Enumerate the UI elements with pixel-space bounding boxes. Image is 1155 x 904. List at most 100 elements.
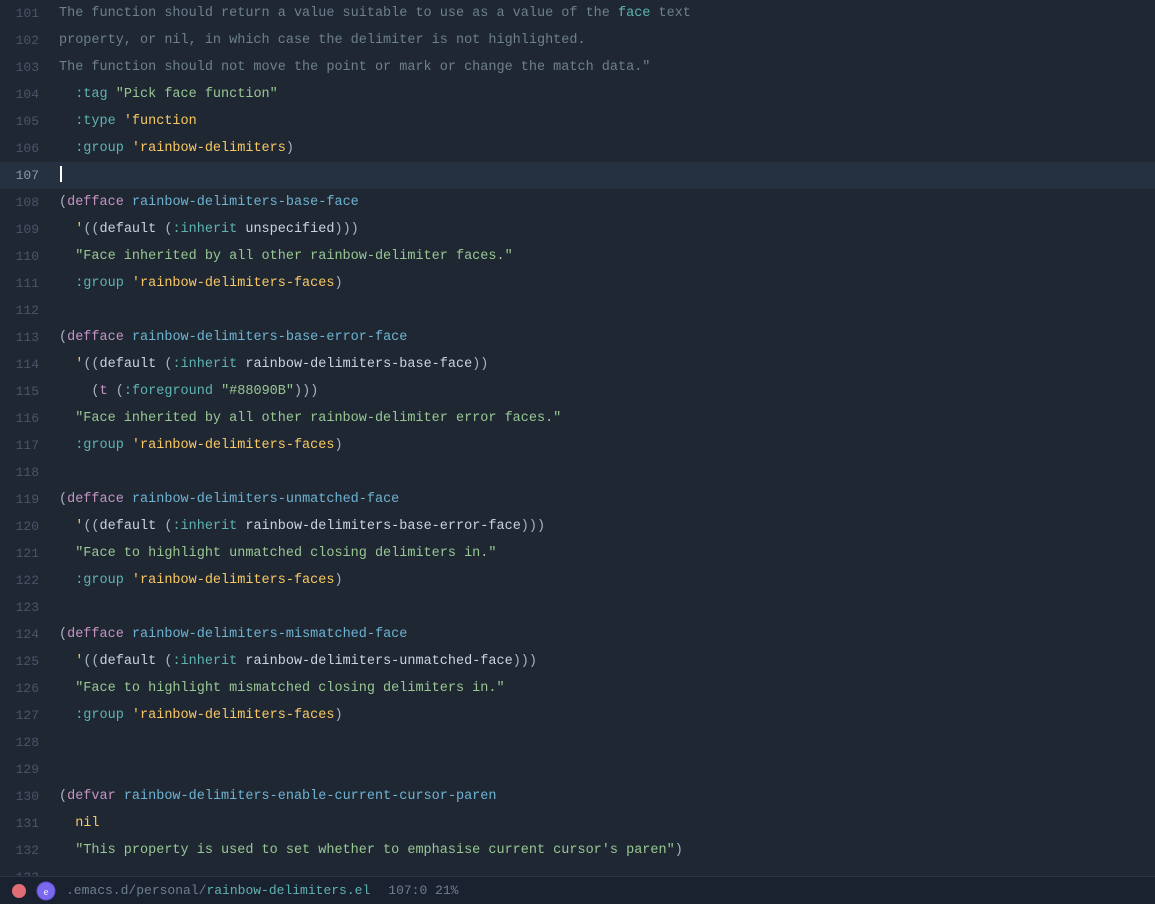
line-number: 133 (0, 864, 55, 876)
code-line: 128 (0, 729, 1155, 756)
code-lines: 101The function should return a value su… (0, 0, 1155, 876)
code-line: 118 (0, 459, 1155, 486)
code-line: 108(defface rainbow-delimiters-base-face (0, 189, 1155, 216)
code-line: 117 :group 'rainbow-delimiters-faces) (0, 432, 1155, 459)
code-line: 116 "Face inherited by all other rainbow… (0, 405, 1155, 432)
line-content: The function should not move the point o… (55, 54, 1155, 81)
line-number: 101 (0, 0, 55, 27)
line-number: 129 (0, 756, 55, 783)
line-number: 112 (0, 297, 55, 324)
editor: 101The function should return a value su… (0, 0, 1155, 904)
line-number: 107 (0, 162, 55, 189)
line-content: :group 'rainbow-delimiters-faces) (55, 432, 1155, 459)
status-dot (12, 884, 26, 898)
line-number: 109 (0, 216, 55, 243)
line-content: :group 'rainbow-delimiters-faces) (55, 270, 1155, 297)
code-line: 103The function should not move the poin… (0, 54, 1155, 81)
line-content: "Face to highlight unmatched closing del… (55, 540, 1155, 567)
line-content: (t (:foreground "#88090B"))) (55, 378, 1155, 405)
line-content: nil (55, 810, 1155, 837)
line-content: :type 'function (55, 108, 1155, 135)
code-line: 133 (0, 864, 1155, 876)
line-content: The function should return a value suita… (55, 0, 1155, 27)
line-number: 121 (0, 540, 55, 567)
code-line: 122 :group 'rainbow-delimiters-faces) (0, 567, 1155, 594)
line-number: 131 (0, 810, 55, 837)
code-line: 132 "This property is used to set whethe… (0, 837, 1155, 864)
code-line: 121 "Face to highlight unmatched closing… (0, 540, 1155, 567)
status-bar: e .emacs.d/personal/rainbow-delimiters.e… (0, 876, 1155, 904)
line-number: 125 (0, 648, 55, 675)
line-content: :group 'rainbow-delimiters) (55, 135, 1155, 162)
line-number: 115 (0, 378, 55, 405)
code-line: 119(defface rainbow-delimiters-unmatched… (0, 486, 1155, 513)
line-content: '((default (:inherit rainbow-delimiters-… (55, 648, 1155, 675)
code-line: 115 (t (:foreground "#88090B"))) (0, 378, 1155, 405)
line-content: (defface rainbow-delimiters-mismatched-f… (55, 621, 1155, 648)
code-line: 112 (0, 297, 1155, 324)
line-number: 132 (0, 837, 55, 864)
line-number: 119 (0, 486, 55, 513)
line-content (55, 162, 1155, 189)
line-number: 110 (0, 243, 55, 270)
emacs-icon: e (36, 881, 56, 901)
line-number: 108 (0, 189, 55, 216)
line-content: :group 'rainbow-delimiters-faces) (55, 702, 1155, 729)
line-number: 124 (0, 621, 55, 648)
line-number: 103 (0, 54, 55, 81)
line-number: 126 (0, 675, 55, 702)
code-line: 106 :group 'rainbow-delimiters) (0, 135, 1155, 162)
line-number: 128 (0, 729, 55, 756)
code-line: 127 :group 'rainbow-delimiters-faces) (0, 702, 1155, 729)
line-content: "Face to highlight mismatched closing de… (55, 675, 1155, 702)
line-number: 102 (0, 27, 55, 54)
code-line: 130(defvar rainbow-delimiters-enable-cur… (0, 783, 1155, 810)
line-content: '((default (:inherit rainbow-delimiters-… (55, 351, 1155, 378)
code-line: 104 :tag "Pick face function" (0, 81, 1155, 108)
line-number: 123 (0, 594, 55, 621)
code-line: 101The function should return a value su… (0, 0, 1155, 27)
line-number: 130 (0, 783, 55, 810)
code-line: 110 "Face inherited by all other rainbow… (0, 243, 1155, 270)
line-number: 113 (0, 324, 55, 351)
line-number: 118 (0, 459, 55, 486)
line-content: (defvar rainbow-delimiters-enable-curren… (55, 783, 1155, 810)
line-number: 116 (0, 405, 55, 432)
line-content: '((default (:inherit unspecified))) (55, 216, 1155, 243)
code-line: 111 :group 'rainbow-delimiters-faces) (0, 270, 1155, 297)
line-content: '((default (:inherit rainbow-delimiters-… (55, 513, 1155, 540)
line-number: 114 (0, 351, 55, 378)
line-content: (defface rainbow-delimiters-unmatched-fa… (55, 486, 1155, 513)
line-number: 104 (0, 81, 55, 108)
line-number: 105 (0, 108, 55, 135)
code-line: 124(defface rainbow-delimiters-mismatche… (0, 621, 1155, 648)
line-content: (defface rainbow-delimiters-base-error-f… (55, 324, 1155, 351)
line-number: 111 (0, 270, 55, 297)
line-number: 122 (0, 567, 55, 594)
line-content: "Face inherited by all other rainbow-del… (55, 243, 1155, 270)
code-line: 107 (0, 162, 1155, 189)
line-content: :group 'rainbow-delimiters-faces) (55, 567, 1155, 594)
code-line: 120 '((default (:inherit rainbow-delimit… (0, 513, 1155, 540)
code-line: 131 nil (0, 810, 1155, 837)
line-content: "Face inherited by all other rainbow-del… (55, 405, 1155, 432)
line-content: (defface rainbow-delimiters-base-face (55, 189, 1155, 216)
cursor (60, 166, 62, 182)
code-line: 109 '((default (:inherit unspecified))) (0, 216, 1155, 243)
status-position: 107:0 21% (388, 883, 458, 898)
code-line: 129 (0, 756, 1155, 783)
line-number: 117 (0, 432, 55, 459)
line-number: 106 (0, 135, 55, 162)
line-content: "This property is used to set whether to… (55, 837, 1155, 864)
line-content: :tag "Pick face function" (55, 81, 1155, 108)
code-line: 113(defface rainbow-delimiters-base-erro… (0, 324, 1155, 351)
line-number: 127 (0, 702, 55, 729)
code-line: 105 :type 'function (0, 108, 1155, 135)
code-area[interactable]: 101The function should return a value su… (0, 0, 1155, 876)
line-number: 120 (0, 513, 55, 540)
code-line: 126 "Face to highlight mismatched closin… (0, 675, 1155, 702)
code-line: 125 '((default (:inherit rainbow-delimit… (0, 648, 1155, 675)
code-line: 102property, or nil, in which case the d… (0, 27, 1155, 54)
code-line: 114 '((default (:inherit rainbow-delimit… (0, 351, 1155, 378)
line-content: property, or nil, in which case the deli… (55, 27, 1155, 54)
